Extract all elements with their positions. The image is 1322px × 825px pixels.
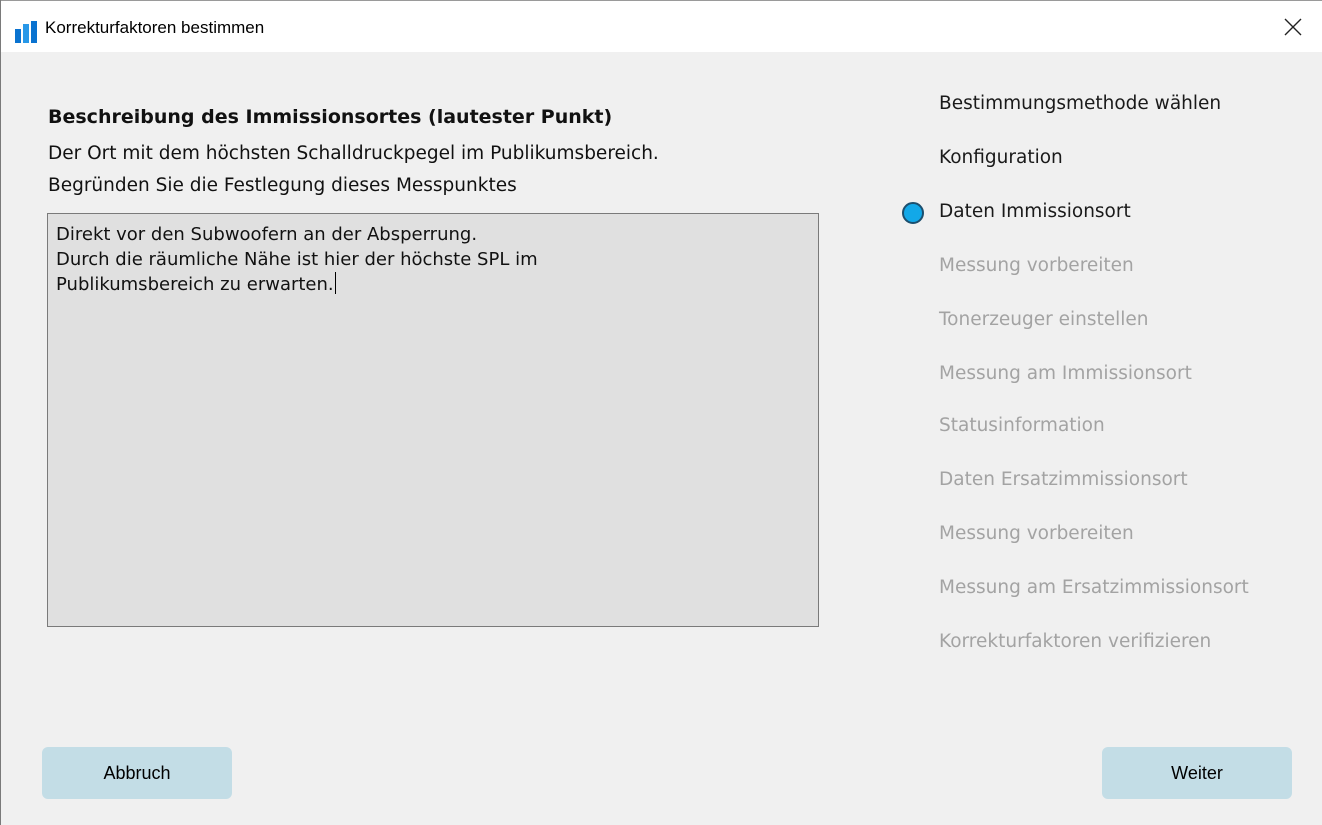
description-line-1: Der Ort mit dem höchsten Schalldruckpege… [48, 143, 659, 164]
justification-textarea[interactable]: Direkt vor den Subwoofern an der Absperr… [47, 213, 819, 627]
title-bar: Korrekturfaktoren bestimmen [1, 0, 1322, 52]
step-item: Tonerzeuger einstellen [939, 309, 1149, 330]
step-item: Messung am Ersatzimmissionsort [939, 577, 1249, 598]
step-item: Messung am Immissionsort [939, 363, 1192, 384]
description-line-2: Begründen Sie die Festlegung dieses Mess… [48, 175, 517, 196]
step-item: Statusinformation [939, 415, 1105, 436]
step-item: Daten Ersatzimmissionsort [939, 469, 1188, 490]
next-button[interactable]: Weiter [1102, 747, 1292, 799]
step-item: Daten Immissionsort [939, 201, 1131, 222]
window-title: Korrekturfaktoren bestimmen [45, 18, 265, 37]
step-item: Messung vorbereiten [939, 255, 1134, 276]
step-item: Konfiguration [939, 147, 1063, 168]
text-caret [334, 272, 336, 294]
step-item: Messung vorbereiten [939, 523, 1134, 544]
close-button[interactable] [1263, 1, 1322, 53]
bar-chart-icon [15, 21, 37, 43]
section-heading: Beschreibung des Immissionsortes (lautes… [48, 106, 613, 128]
step-item: Bestimmungsmethode wählen [939, 93, 1222, 114]
close-icon [1284, 18, 1302, 36]
cancel-button[interactable]: Abbruch [42, 747, 232, 799]
textarea-text: Direkt vor den Subwoofern an der Absperr… [56, 224, 538, 295]
current-step-indicator-icon [902, 202, 924, 224]
step-item: Korrekturfaktoren verifizieren [939, 631, 1212, 652]
dialog-window: Korrekturfaktoren bestimmen Beschreibung… [0, 0, 1322, 825]
